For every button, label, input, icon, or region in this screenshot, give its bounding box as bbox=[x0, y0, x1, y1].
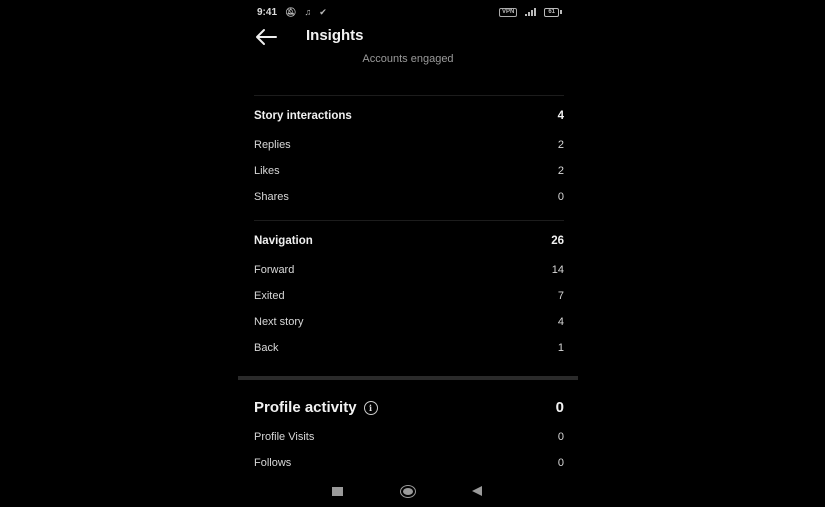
item-value: 7 bbox=[557, 290, 564, 302]
item-label: Follows bbox=[254, 457, 292, 469]
info-icon[interactable]: i bbox=[363, 401, 378, 416]
profile-activity-header: Profile activity i 0 bbox=[254, 399, 564, 416]
app-header: Insights bbox=[238, 25, 578, 49]
divider bbox=[254, 95, 564, 96]
music-note-icon: ♫ bbox=[304, 7, 312, 17]
notifications-off-icon: 🔕︎ bbox=[285, 6, 297, 17]
list-item: Likes 2 bbox=[254, 165, 564, 177]
section-divider bbox=[238, 376, 578, 380]
check-icon: ✔ bbox=[319, 6, 327, 17]
list-item: Forward 14 bbox=[254, 264, 564, 276]
list-item: Replies 2 bbox=[254, 139, 564, 151]
item-label: Likes bbox=[254, 165, 280, 177]
arrow-left-icon[interactable] bbox=[254, 27, 278, 47]
section-label: Story interactions bbox=[254, 110, 352, 122]
system-nav-bar bbox=[238, 484, 578, 500]
item-value: 0 bbox=[557, 457, 564, 469]
signal-icon bbox=[525, 8, 537, 16]
back-button[interactable] bbox=[472, 486, 482, 496]
battery-level: 61 bbox=[544, 7, 559, 17]
item-label: Forward bbox=[254, 264, 295, 276]
navigation-header: Navigation 26 bbox=[254, 235, 564, 247]
item-label: Profile Visits bbox=[254, 431, 315, 443]
divider bbox=[254, 220, 564, 221]
item-value: 1 bbox=[557, 342, 564, 354]
list-item: Shares 0 bbox=[254, 191, 564, 203]
item-value: 0 bbox=[557, 431, 564, 443]
phone-screen: 9:41 🔕︎ ♫ ✔ VPN 61 Insights Accounts eng… bbox=[238, 0, 578, 507]
list-item: Back 1 bbox=[254, 342, 564, 354]
status-bar: 9:41 🔕︎ ♫ ✔ VPN 61 bbox=[257, 5, 562, 19]
item-label: Next story bbox=[254, 316, 304, 328]
page-title: Insights bbox=[306, 27, 364, 44]
status-time: 9:41 bbox=[257, 6, 278, 18]
section-total: 0 bbox=[555, 399, 564, 416]
item-value: 0 bbox=[557, 191, 564, 203]
item-value: 2 bbox=[557, 165, 564, 177]
section-label: Navigation bbox=[254, 235, 313, 247]
list-item: Follows 0 bbox=[254, 457, 564, 469]
item-value: 2 bbox=[557, 139, 564, 151]
list-item: Next story 4 bbox=[254, 316, 564, 328]
item-label: Back bbox=[254, 342, 279, 354]
item-label: Replies bbox=[254, 139, 291, 151]
list-item: Profile Visits 0 bbox=[254, 431, 564, 443]
item-value: 14 bbox=[551, 264, 564, 276]
accounts-engaged-label: Accounts engaged bbox=[362, 53, 454, 65]
item-label: Shares bbox=[254, 191, 289, 203]
recents-button[interactable] bbox=[332, 487, 343, 496]
home-button[interactable] bbox=[400, 485, 416, 498]
battery-icon: 61 bbox=[544, 7, 562, 17]
list-item: Exited 7 bbox=[254, 290, 564, 302]
item-value: 4 bbox=[557, 316, 564, 328]
story-interactions-header: Story interactions 4 bbox=[254, 110, 564, 122]
item-label: Exited bbox=[254, 290, 285, 302]
section-total: 26 bbox=[551, 235, 564, 247]
section-total: 4 bbox=[557, 110, 564, 122]
section-label: Profile activity bbox=[254, 399, 357, 416]
vpn-icon: VPN bbox=[498, 7, 518, 17]
